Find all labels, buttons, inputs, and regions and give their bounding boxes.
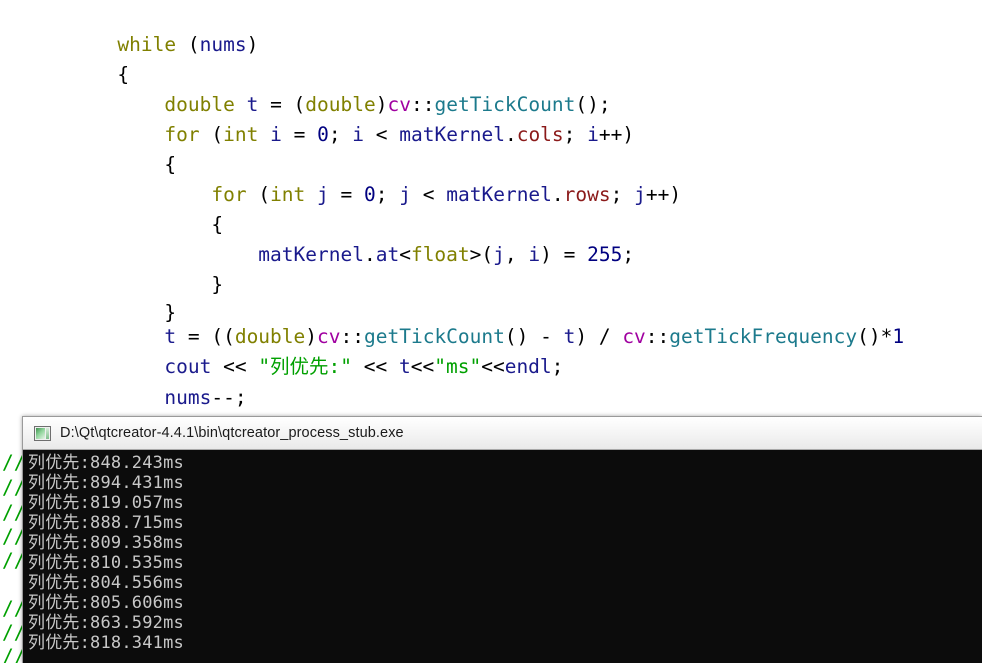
application-window: while (nums) { double t = (double)cv::ge… [0,0,982,663]
console-output[interactable]: 列优先:848.243ms 列优先:894.431ms 列优先:819.057m… [23,450,982,663]
console-window-icon [34,425,51,441]
code-line: for (int j = 0; j < matKernel.rows; j++) [211,183,682,206]
console-title-text: D:\Qt\qtcreator-4.4.1\bin\qtcreator_proc… [60,425,404,441]
console-output-line: 列优先:888.715ms [28,513,184,533]
console-output-line: 列优先:810.535ms [28,553,184,573]
code-line: } [70,273,224,296]
console-icon-bar [46,427,49,439]
code-line: { [70,153,177,176]
number-255: 255 [587,243,623,266]
console-output-line: 列优先:819.057ms [28,493,184,513]
string-literal-ms: "ms" [434,355,482,378]
string-literal-label: "列优先:" [258,355,353,378]
console-output-line: 列优先:805.606ms [28,593,184,613]
keyword-int: int [223,123,259,146]
method-at: at [375,243,400,266]
keyword-float: float [410,243,470,266]
code-line: cout << "列优先:" << t<<"ms"<<endl; [164,355,564,378]
console-output-line: 列优先:848.243ms [28,453,184,473]
code-line: while (nums) [0,0,258,56]
code-line: { [70,63,130,86]
console-output-line: 列优先:804.556ms [28,573,184,593]
identifier-nums: nums [199,33,247,56]
console-output-line: 列优先:809.358ms [28,533,184,553]
console-output-line: 列优先:818.341ms [28,633,184,653]
console-titlebar[interactable]: D:\Qt\qtcreator-4.4.1\bin\qtcreator_proc… [23,417,982,450]
function-getTickFrequency: getTickFrequency [669,325,858,348]
code-line: t = ((double)cv::getTickCount() - t) / c… [164,325,905,348]
code-line: matKernel.at<float>(j, i) = 255; [258,243,635,266]
code-line: nums--; [164,386,247,409]
console-output-line: 列优先:863.592ms [28,613,184,633]
code-line: { [70,213,224,236]
code-line: double t = (double)cv::getTickCount(); [164,93,611,116]
console-window[interactable]: D:\Qt\qtcreator-4.4.1\bin\qtcreator_proc… [22,416,982,663]
console-icon-screen [36,427,46,439]
identifier-matKernel: matKernel [399,123,505,146]
field-cols: cols [516,123,564,146]
console-output-line: 列优先:894.431ms [28,473,184,493]
code-line: for (int i = 0; i < matKernel.cols; i++) [164,123,635,146]
identifier-endl: endl [504,355,552,378]
field-rows: rows [563,183,611,206]
code-line: } [0,382,129,438]
